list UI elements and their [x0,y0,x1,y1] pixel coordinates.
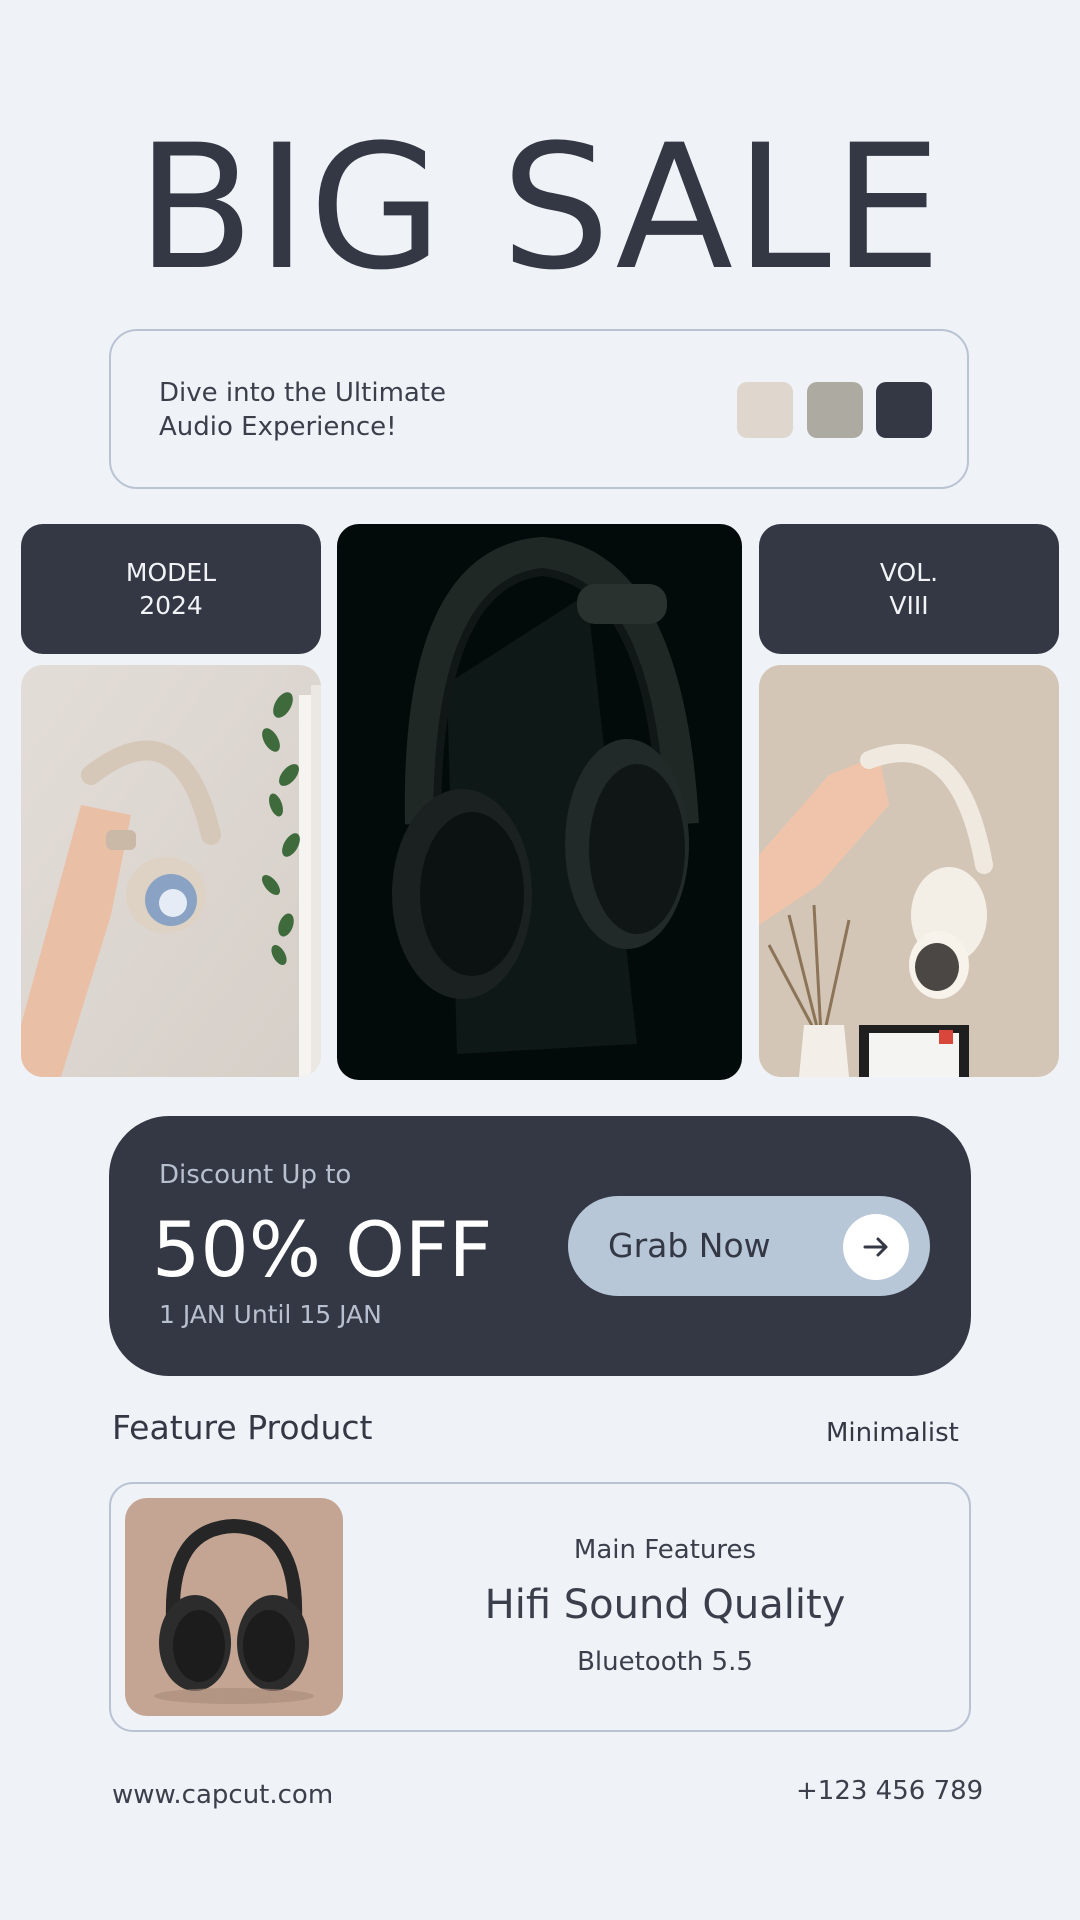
discount-amount: 50% OFF [152,1205,493,1294]
feature-heading: Feature Product [112,1408,373,1447]
volume-tag: VOL. VIII [759,524,1059,654]
color-swatch-taupe[interactable] [807,382,863,438]
feature-style-label: Minimalist [826,1418,959,1448]
model-tag-line-2: 2024 [139,591,203,620]
discount-dates: 1 JAN Until 15 JAN [159,1300,382,1329]
model-tag: MODEL 2024 [21,524,321,654]
intro-text: Dive into the Ultimate Audio Experience! [159,376,559,444]
arrow-right-icon[interactable] [843,1214,909,1280]
intro-line-2: Audio Experience! [159,412,397,442]
product-photo-right [759,665,1059,1077]
grab-now-label: Grab Now [608,1226,771,1265]
page-title: BIG SALE [136,107,944,308]
feature-label: Main Features [573,1535,757,1565]
website-link[interactable]: www.capcut.com [112,1780,333,1810]
product-photo-left [21,665,321,1077]
intro-line-1: Dive into the Ultimate [159,378,447,408]
model-tag-line-1: MODEL [125,558,217,587]
feature-product-photo [125,1498,343,1716]
feature-headline: Hifi Sound Quality [484,1582,846,1628]
phone-number: +123 456 789 [796,1776,984,1806]
color-swatch-charcoal[interactable] [876,382,932,438]
volume-tag-line-1: VOL. [879,558,939,587]
feature-detail: Bluetooth 5.5 [577,1647,753,1677]
discount-label: Discount Up to [159,1160,352,1190]
volume-tag-line-2: VIII [889,591,929,620]
color-swatch-beige[interactable] [737,382,793,438]
product-photo-center [337,524,742,1080]
